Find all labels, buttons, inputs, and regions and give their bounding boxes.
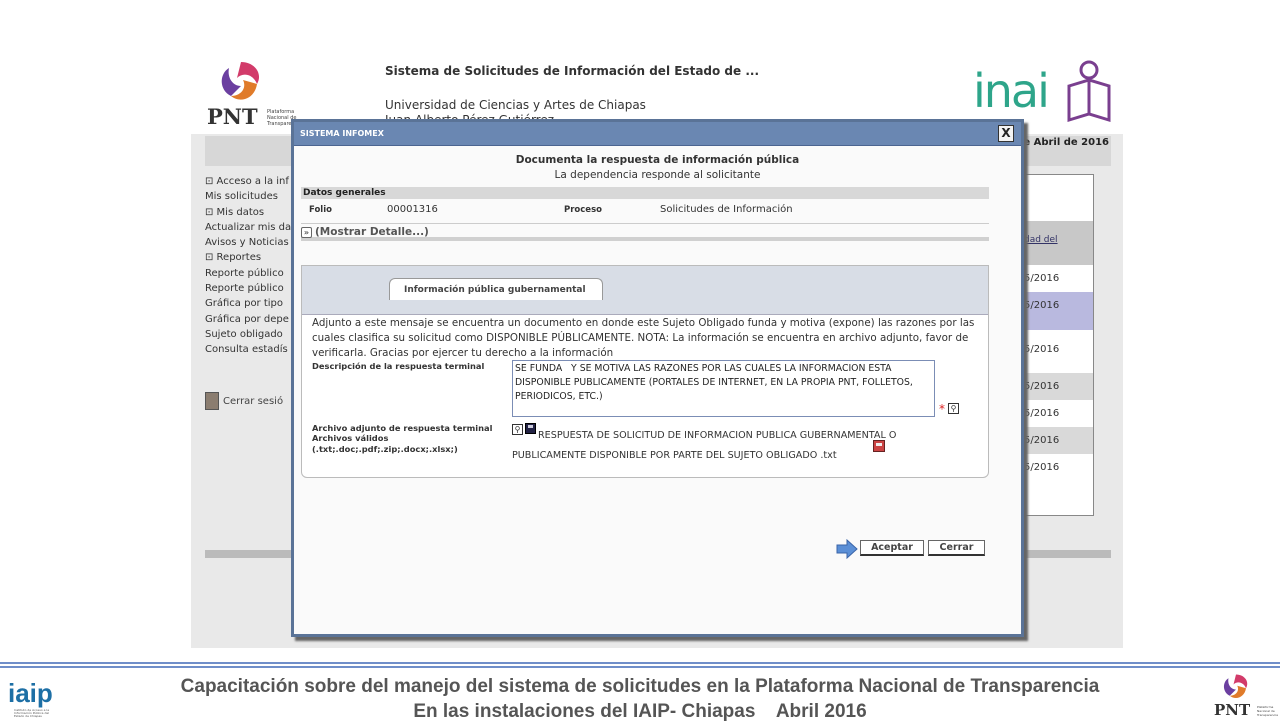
folio-label: Folio — [309, 205, 332, 215]
infomex-dialog: SISTEMA INFOMEX X Documenta la respuesta… — [291, 119, 1024, 637]
proceso-value: Solicitudes de Información — [660, 204, 793, 215]
tab-informacion-publica[interactable]: Información pública gubernamental — [389, 278, 603, 300]
general-data-header: Datos generales — [301, 187, 989, 199]
logout-label: Cerrar sesió — [223, 396, 284, 407]
pnt-footer-logo: PNT Plataforma Nacional de Transparencia — [1212, 672, 1278, 720]
table-cell: 5/2016 — [1024, 462, 1060, 473]
accept-button[interactable]: Aceptar — [860, 540, 924, 556]
menu-item[interactable]: Reporte público — [205, 283, 295, 298]
table-cell: 5/2016 — [1018, 373, 1093, 400]
dialog-title: SISTEMA INFOMEX — [300, 129, 384, 138]
inai-logo-text: inai — [973, 64, 1050, 118]
dialog-close-button[interactable]: X — [998, 125, 1014, 142]
description-textarea[interactable] — [512, 360, 935, 417]
inai-logo: inai — [971, 56, 1116, 128]
pnt-footer-logo-text: PNT — [1214, 701, 1251, 719]
menu-item[interactable]: Gráfica por tipo — [205, 298, 295, 313]
proceso-label: Proceso — [564, 205, 602, 215]
footer-line-2: En las instalaciones del IAIP- Chiapas A… — [413, 701, 867, 722]
logout-door-icon — [205, 392, 219, 410]
notice-text: Adjunto a este mensaje se encuentra un d… — [312, 317, 975, 359]
close-button[interactable]: Cerrar — [928, 540, 985, 556]
requests-table-partial: dad del 5/2016 5/2016 5/2016 5/2016 5/20… — [1017, 174, 1094, 516]
menu-item[interactable]: ⊡ Acceso a la inf — [205, 176, 295, 191]
footer-caption: Capacitación sobre del manejo del sistem… — [0, 674, 1280, 724]
table-cell: 5/2016 — [1018, 427, 1093, 454]
menu-item[interactable]: Mis solicitudes — [205, 191, 295, 206]
pnt-swirl-icon — [1223, 674, 1248, 698]
menu-item[interactable]: ⊡ Mis datos — [205, 207, 295, 222]
dialog-body: Documenta la respuesta de información pú… — [294, 146, 1021, 634]
description-label: Descripción de la respuesta terminal — [312, 361, 485, 371]
menu-item[interactable]: Reporte público — [205, 268, 295, 283]
panel-tab-strip: Información pública gubernamental — [302, 266, 988, 315]
table-cell: 5/2016 — [1024, 273, 1060, 284]
system-title: Sistema de Solicitudes de Información de… — [385, 64, 760, 78]
response-panel: Información pública gubernamental Adjunt… — [301, 265, 989, 478]
footer-rule — [0, 662, 1280, 672]
dialog-subheading: La dependencia responde al solicitante — [554, 169, 761, 181]
institution-name: Universidad de Ciencias y Artes de Chiap… — [385, 98, 646, 112]
pnt-logo: PNT Plataforma Nacional de Transparencia — [205, 58, 305, 130]
attachment-filename[interactable]: RESPUESTA DE SOLICITUD DE INFORMACION PU… — [512, 426, 952, 466]
double-chevron-down-icon: » — [301, 226, 312, 238]
menu-item[interactable]: Actualizar mis da — [205, 222, 295, 237]
portal-date: de Abril de 2016 — [1016, 137, 1109, 148]
table-cell: 5/2016 — [1024, 408, 1060, 419]
menu-item[interactable]: ⊡ Reportes — [205, 252, 295, 267]
magnifier-icon[interactable]: ⚲ — [948, 403, 959, 414]
attachment-label: Archivo adjunto de respuesta terminal — [312, 423, 493, 433]
show-detail-toggle[interactable]: » (Mostrar Detalle...) — [301, 223, 989, 241]
menu-item[interactable]: Avisos y Noticias — [205, 237, 295, 252]
dialog-titlebar[interactable]: SISTEMA INFOMEX X — [294, 122, 1021, 146]
arrow-right-icon — [836, 539, 858, 559]
folio-value: 00001316 — [387, 204, 438, 215]
menu-item[interactable]: Consulta estadís — [205, 344, 295, 359]
dialog-heading: Documenta la respuesta de información pú… — [515, 154, 800, 166]
required-mark: * — [939, 402, 945, 416]
screenshot-frame: PNT Plataforma Nacional de Transparencia… — [191, 54, 1123, 648]
pnt-swirl-icon — [221, 62, 260, 100]
table-cell: 5/2016 — [1018, 292, 1093, 330]
table-cell: 5/2016 — [1024, 344, 1060, 355]
valid-files-extensions: (.txt;.doc;.pdf;.zip;.docx;.xlsx;) — [312, 444, 458, 454]
valid-files-label: Archivos válidos — [312, 433, 389, 443]
pnt-logo-text: PNT — [207, 104, 258, 129]
menu-item[interactable]: Sujeto obligado — [205, 329, 295, 344]
pnt-footer-logo-subtitle: Plataforma Nacional de Transparencia — [1257, 705, 1278, 717]
download-disk-icon[interactable] — [873, 440, 885, 452]
footer-line-1: Capacitación sobre del manejo del sistem… — [180, 676, 1100, 697]
logout-link[interactable]: Cerrar sesió — [205, 392, 283, 410]
table-column-header[interactable]: dad del — [1018, 221, 1093, 265]
show-detail-label: (Mostrar Detalle...) — [315, 226, 429, 238]
menu-item[interactable]: Gráfica por depe — [205, 314, 295, 329]
portal-sidebar-menu: ⊡ Acceso a la inf Mis solicitudes ⊡ Mis … — [205, 176, 295, 366]
inai-figure-icon — [1067, 60, 1111, 123]
